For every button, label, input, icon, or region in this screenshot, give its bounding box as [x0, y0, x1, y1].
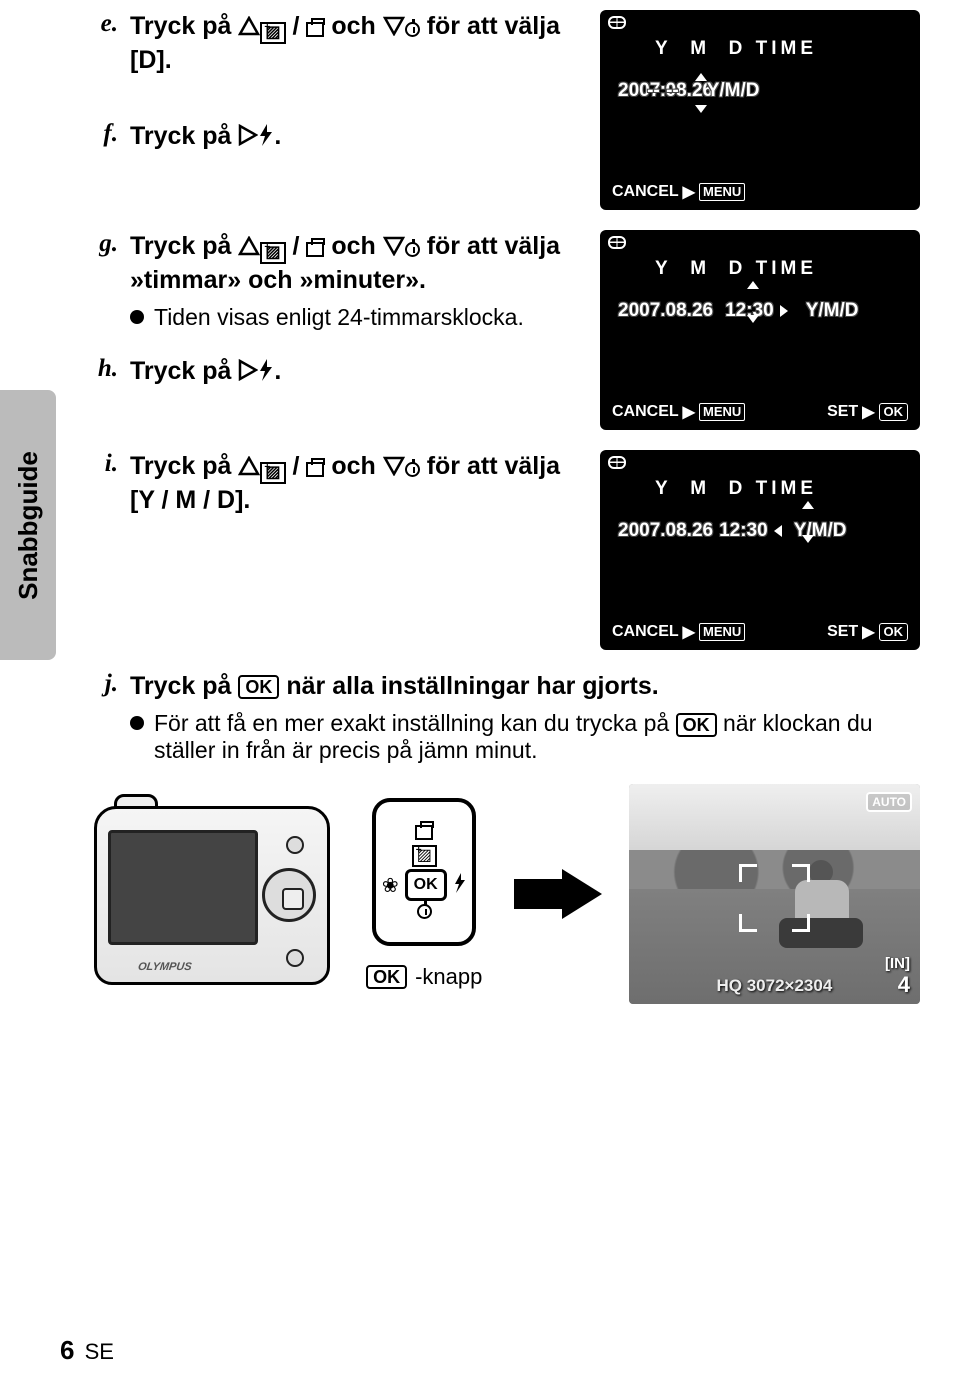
step-f-before: Tryck på	[130, 122, 231, 150]
up-arrow-icon	[747, 281, 759, 289]
down-arrow-icon	[695, 105, 707, 113]
ok-icon: OK	[879, 623, 909, 641]
sidebar-tab: Snabbguide	[0, 390, 56, 660]
ok-button-icon: OK	[676, 713, 717, 737]
step-letter-i: i.	[90, 450, 118, 518]
step-g-b1: Tryck på	[130, 232, 231, 260]
step-i: i. Tryck på ▨ / och för att välja [Y / M…	[90, 450, 572, 518]
step-letter-j: j.	[90, 670, 118, 704]
exposure-icon: ▨	[412, 845, 437, 867]
sample-photo: AUTO [IN] HQ 3072×2304 4	[629, 784, 920, 1004]
clock-icon	[608, 236, 626, 249]
d-pad-detail: ▨ ❀ OK	[364, 798, 484, 958]
step-e: e. Tryck på ▨ / och för att välja [D].	[90, 10, 572, 78]
down-arrow-icon	[802, 535, 814, 543]
camera-illustration: OLYMPUS	[90, 796, 334, 991]
step-letter-g: g.	[90, 230, 118, 298]
resolution-label: HQ 3072×2304	[629, 976, 920, 996]
flash-icon	[258, 359, 274, 381]
lcd1-header: Y M D TIME	[655, 38, 817, 60]
step-j: j. Tryck på OK när alla inställningar ha…	[90, 670, 920, 704]
clock-icon	[608, 16, 626, 29]
exposure-icon: ▨	[260, 22, 285, 44]
up-arrow-icon	[695, 73, 707, 81]
down-triangle-icon	[383, 456, 405, 476]
print-icon	[306, 22, 324, 37]
clock-icon	[608, 456, 626, 469]
print-icon	[306, 242, 324, 257]
up-arrow-icon	[802, 501, 814, 509]
focus-bracket-icon	[739, 914, 757, 932]
up-triangle-icon	[238, 16, 260, 36]
step-g-bullet: Tiden visas enligt 24-timmarsklocka.	[130, 304, 572, 331]
print-icon	[415, 825, 433, 840]
lcd-screen-2: Y M D TIME 2007.08.26 12:30 Y/M/D CANCEL…	[600, 230, 920, 430]
lcd-screen-3: Y M D TIME 2007.08.26 12:30 Y/M/D CANCEL…	[600, 450, 920, 650]
step-j-bullet: För att få en mer exakt inställning kan …	[130, 710, 920, 764]
ok-button: OK	[405, 869, 447, 901]
in-label: [IN]	[885, 955, 910, 972]
lcd1-time: --:--	[647, 80, 679, 102]
down-triangle-icon	[383, 236, 405, 256]
lcd-screen-1: Y M D TIME 2007.08.26 --:-- Y/M/D CANCEL…	[600, 10, 920, 210]
step-letter-f: f.	[90, 120, 118, 154]
up-triangle-icon	[238, 236, 260, 256]
step-h: h. Tryck på .	[90, 355, 572, 389]
step-e-between: och	[331, 12, 375, 40]
shots-remaining: 4	[898, 972, 910, 998]
bullet-icon	[130, 310, 144, 324]
lcd1-cancel: CANCEL	[612, 183, 679, 201]
menu-icon: MENU	[699, 183, 745, 201]
left-arrow-icon	[774, 525, 782, 537]
bullet-icon	[130, 716, 144, 730]
print-icon	[306, 462, 324, 477]
step-f-after: .	[274, 122, 281, 150]
step-letter-h: h.	[90, 355, 118, 389]
up-triangle-icon	[238, 456, 260, 476]
focus-bracket-icon	[739, 864, 757, 882]
right-triangle-icon	[238, 359, 258, 381]
sidebar-label: Snabbguide	[13, 451, 44, 600]
macro-icon: ❀	[382, 873, 399, 898]
self-timer-icon	[405, 462, 420, 477]
step-letter-e: e.	[90, 10, 118, 78]
lcd1-fmt: Y/M/D	[707, 80, 760, 102]
flash-icon	[258, 124, 274, 146]
arrow-right-icon	[514, 869, 599, 919]
step-f: f. Tryck på .	[90, 120, 572, 154]
flash-icon	[453, 873, 467, 893]
down-arrow-icon	[747, 315, 759, 323]
self-timer-icon	[417, 904, 432, 919]
right-triangle-icon	[238, 124, 258, 146]
focus-bracket-icon	[792, 864, 810, 882]
exposure-icon: ▨	[260, 462, 285, 484]
exposure-icon: ▨	[260, 242, 285, 264]
self-timer-icon	[405, 242, 420, 257]
right-arrow-icon	[780, 305, 788, 317]
focus-bracket-icon	[792, 914, 810, 932]
ok-button-icon: OK	[238, 675, 279, 699]
step-g: g. Tryck på ▨ / och för att välja »timma…	[90, 230, 572, 298]
ok-icon: OK	[879, 403, 909, 421]
step-e-before: Tryck på	[130, 12, 231, 40]
page-number: 6 SE	[60, 1335, 114, 1366]
ok-knapp-label: OK -knapp	[366, 964, 482, 990]
down-triangle-icon	[383, 16, 405, 36]
auto-badge: AUTO	[866, 792, 912, 812]
self-timer-icon	[405, 22, 420, 37]
